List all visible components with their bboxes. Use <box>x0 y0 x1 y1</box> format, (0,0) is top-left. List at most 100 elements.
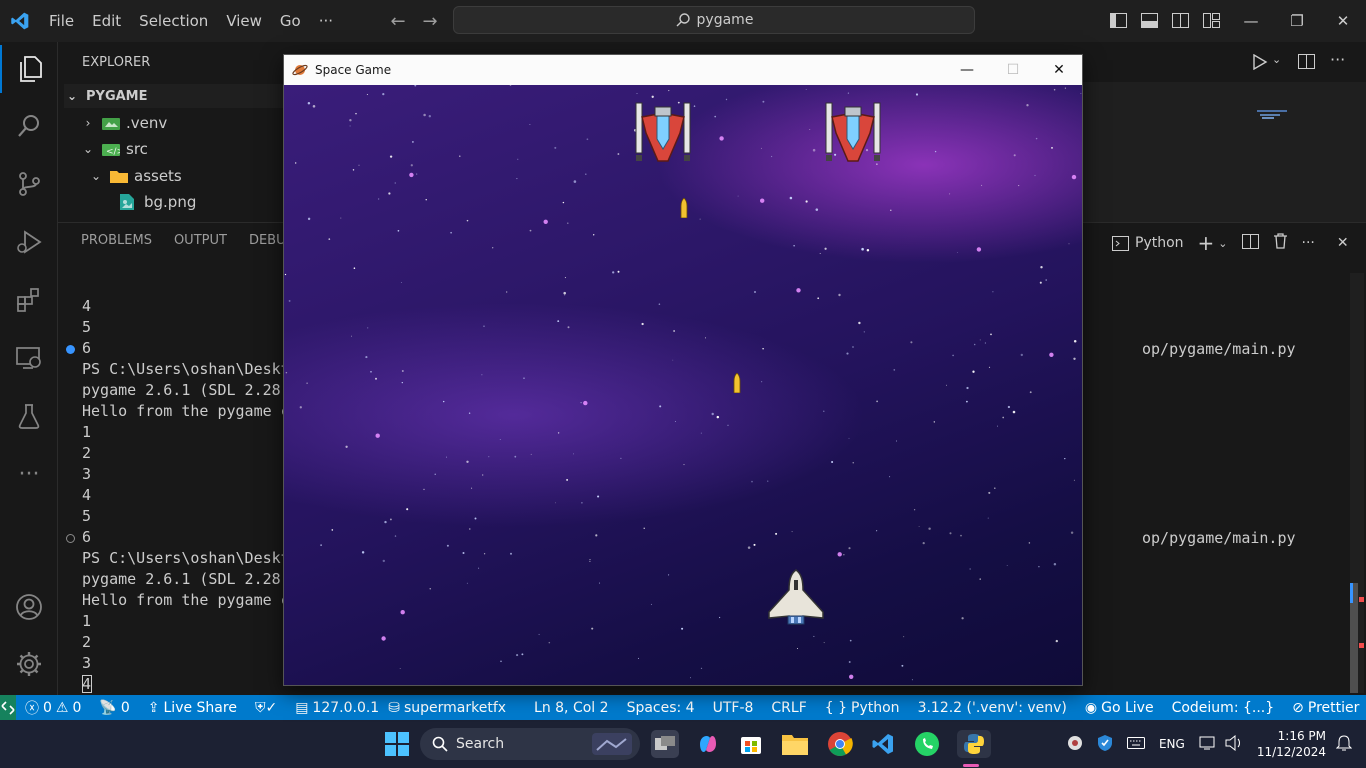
testing-icon[interactable] <box>0 392 58 440</box>
command-center[interactable]: pygame <box>453 6 975 34</box>
star <box>651 95 654 98</box>
problems-indicator[interactable]: ⓧ 0 ⚠ 0 <box>16 698 90 718</box>
prettier-status[interactable]: ⊘ Prettier <box>1283 700 1366 716</box>
accounts-icon[interactable] <box>0 583 58 631</box>
server-indicator[interactable]: ▤ 127.0.0.1 <box>286 700 388 716</box>
defender-shield-icon[interactable] <box>1097 734 1113 755</box>
more-actions-icon[interactable]: ··· <box>1330 50 1345 69</box>
vscode-taskbar-icon[interactable] <box>869 730 897 758</box>
run-python-icon[interactable] <box>1252 53 1268 74</box>
explorer-icon[interactable] <box>0 45 58 93</box>
new-terminal-plus-icon[interactable]: + <box>1198 231 1215 255</box>
keyboard-icon[interactable] <box>1126 736 1145 752</box>
windows-start-icon[interactable] <box>383 730 411 758</box>
search-sidebar-icon[interactable] <box>0 102 58 150</box>
star <box>382 559 386 563</box>
encoding[interactable]: UTF-8 <box>704 700 763 716</box>
microsoft-store-icon[interactable] <box>737 730 765 758</box>
minimize-icon[interactable]: — <box>1228 0 1274 42</box>
more-actions-icon[interactable]: ··· <box>1302 235 1315 251</box>
svg-text:</>: </> <box>106 147 120 156</box>
cursor-position[interactable]: Ln 8, Col 2 <box>525 700 618 716</box>
chevron-down-icon[interactable]: ⌄ <box>1272 53 1281 66</box>
task-view-icon[interactable] <box>651 730 679 758</box>
close-icon[interactable]: ✕ <box>1320 0 1366 42</box>
database-indicator[interactable]: ⛁ supermarketfx <box>388 700 515 716</box>
live-share-button[interactable]: ⇪ Live Share <box>139 700 246 716</box>
star <box>377 198 380 200</box>
terminal-line-tail: op/pygame/main.py <box>1142 340 1296 358</box>
star <box>340 217 342 219</box>
game-close-icon[interactable]: ✕ <box>1036 55 1082 85</box>
copilot-icon[interactable] <box>694 730 722 758</box>
tab-problems[interactable]: PROBLEMS <box>81 233 152 248</box>
python-interpreter[interactable]: 3.12.2 ('.venv': venv) <box>909 700 1076 716</box>
star <box>620 457 622 460</box>
language-mode[interactable]: { } Python <box>816 700 909 716</box>
run-debug-icon[interactable] <box>0 218 58 266</box>
star <box>375 377 377 380</box>
restore-icon[interactable]: ❐ <box>1274 0 1320 42</box>
menu-edit[interactable]: Edit <box>83 0 130 42</box>
indentation[interactable]: Spaces: 4 <box>618 700 704 716</box>
back-arrow-icon[interactable]: ← <box>382 11 414 32</box>
activity-bar: ··· <box>0 42 58 695</box>
extensions-icon[interactable] <box>0 276 58 324</box>
tray-app-icon[interactable] <box>1067 735 1083 754</box>
toggle-panel-icon[interactable] <box>1139 10 1160 31</box>
whatsapp-icon[interactable] <box>913 730 941 758</box>
remote-indicator-icon[interactable] <box>0 695 16 720</box>
python-app-icon[interactable] <box>957 730 991 758</box>
ports-indicator[interactable]: 📡 0 <box>90 700 138 716</box>
tab-output[interactable]: OUTPUT <box>174 233 227 248</box>
split-terminal-icon[interactable] <box>1241 233 1259 253</box>
star <box>414 85 417 87</box>
file-explorer-icon[interactable] <box>781 730 809 758</box>
toggle-secondary-sidebar-icon[interactable] <box>1170 10 1191 31</box>
error-icon: ⓧ <box>25 700 39 717</box>
source-control-icon[interactable] <box>0 160 58 208</box>
tree-item-venv[interactable]: › .venv <box>80 110 168 136</box>
chevron-down-icon[interactable]: ⌄ <box>1218 237 1227 250</box>
tree-item-bg-png[interactable]: bg.png <box>120 189 196 215</box>
remote-explorer-icon[interactable] <box>0 334 58 382</box>
notification-bell-icon[interactable] <box>1335 734 1353 755</box>
split-editor-icon[interactable] <box>1298 54 1315 73</box>
terminal-scrollbar[interactable] <box>1350 273 1364 693</box>
go-live-button[interactable]: ◉ Go Live <box>1076 700 1163 716</box>
input-language[interactable]: ENG <box>1159 737 1185 751</box>
line-ending[interactable]: CRLF <box>762 700 815 716</box>
manage-gear-icon[interactable] <box>0 640 58 688</box>
terminal-shell-selector[interactable]: Python <box>1112 235 1184 251</box>
menu-selection[interactable]: Selection <box>130 0 217 42</box>
toggle-sidebar-icon[interactable] <box>1108 10 1129 31</box>
game-minimize-icon[interactable]: — <box>944 55 990 85</box>
menu-more[interactable]: ··· <box>310 0 342 42</box>
terminal-line: 2 <box>82 633 92 651</box>
terminal-output[interactable]: 4 5 6 PS C:\Users\oshan\Deskt pygame 2.6.1 (… <box>82 275 290 737</box>
system-tray: ENG 1:16 PM 11/12/2024 <box>1067 720 1366 768</box>
network-icon[interactable] <box>1199 735 1217 754</box>
tree-item-assets[interactable]: ⌄ assets <box>88 163 182 189</box>
trash-icon[interactable] <box>1273 233 1288 253</box>
menu-view[interactable]: View <box>217 0 271 42</box>
menu-go[interactable]: Go <box>271 0 310 42</box>
star <box>789 196 793 200</box>
menu-file[interactable]: File <box>40 0 83 42</box>
clock[interactable]: 1:16 PM 11/12/2024 <box>1257 728 1326 760</box>
volume-icon[interactable] <box>1225 734 1243 754</box>
forward-arrow-icon[interactable]: → <box>414 11 446 32</box>
star <box>668 90 670 92</box>
codeium-status[interactable]: Codeium: {...} <box>1163 700 1284 716</box>
shield-check-icon[interactable]: ⛨✓ <box>246 700 286 716</box>
game-window-titlebar[interactable]: Space Game — ☐ ✕ <box>284 55 1082 85</box>
star <box>299 406 302 409</box>
close-panel-icon[interactable]: ✕ <box>1337 235 1349 251</box>
tree-item-src[interactable]: ⌄ </> src <box>80 136 148 162</box>
tab-debug-console[interactable]: DEBU <box>249 233 286 248</box>
chrome-icon[interactable] <box>826 730 854 758</box>
taskbar-search[interactable]: Search <box>420 728 640 760</box>
more-views-icon[interactable]: ··· <box>0 450 58 498</box>
customize-layout-icon[interactable] <box>1201 10 1222 31</box>
game-canvas[interactable] <box>284 85 1082 685</box>
